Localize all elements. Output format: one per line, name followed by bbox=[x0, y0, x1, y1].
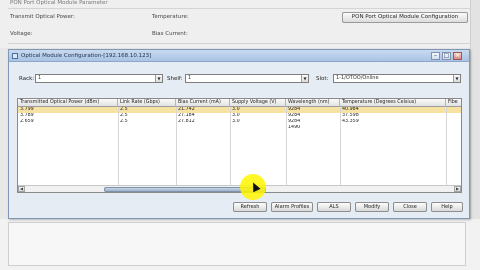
dialog-titlebar[interactable]: Optical Module Configuration-[192.168.10… bbox=[9, 50, 469, 62]
voltage-label: Voltage: bbox=[10, 31, 33, 37]
chevron-down-icon[interactable]: ▼ bbox=[453, 75, 460, 82]
rack-select[interactable]: 1 ▼ bbox=[35, 74, 163, 83]
column-header[interactable]: Link Rate (Gbps) bbox=[118, 99, 176, 107]
scroll-right-icon[interactable]: ▶ bbox=[454, 186, 461, 192]
close-button[interactable]: Close bbox=[393, 202, 427, 212]
refresh-button[interactable]: Refresh bbox=[233, 202, 267, 212]
bias-current-label: Bias Current: bbox=[152, 31, 188, 37]
help-button[interactable]: Help bbox=[431, 202, 463, 212]
window-icon bbox=[12, 53, 18, 59]
column-header[interactable]: Temperature (Degrees Celsius) bbox=[340, 99, 446, 107]
optical-module-table: Transmitted Optical Power (dBm) Link Rat… bbox=[17, 98, 462, 193]
chevron-down-icon[interactable]: ▼ bbox=[301, 75, 308, 82]
chevron-down-icon[interactable]: ▼ bbox=[155, 75, 162, 82]
column-divider bbox=[446, 107, 447, 185]
divider bbox=[8, 8, 472, 9]
modify-button[interactable]: Modify bbox=[355, 202, 389, 212]
column-header[interactable]: Supply Voltage (V) bbox=[230, 99, 286, 107]
shelf-select[interactable]: 1 ▼ bbox=[185, 74, 309, 83]
rack-label: Rack: bbox=[19, 76, 35, 82]
rack-value: 1 bbox=[38, 75, 42, 81]
slot-value: 1-1/OTOO/Online bbox=[336, 75, 379, 81]
parent-bottom-box bbox=[8, 222, 466, 266]
column-divider bbox=[286, 107, 287, 185]
alarm-profiles-button[interactable]: Alarm Profiles bbox=[271, 202, 313, 212]
column-header[interactable]: Fibe bbox=[446, 99, 461, 107]
section-title: PON Port Optical Module Parameter bbox=[10, 0, 108, 6]
table-row[interactable]: 1490 bbox=[18, 125, 461, 131]
maximize-icon[interactable]: □ bbox=[442, 52, 451, 60]
close-icon[interactable]: × bbox=[453, 52, 462, 60]
scroll-left-icon[interactable]: ◀ bbox=[18, 186, 25, 192]
column-divider bbox=[230, 107, 231, 185]
transmit-power-label: Transmit Optical Power: bbox=[10, 14, 75, 20]
divider bbox=[8, 43, 472, 44]
shelf-label: Shelf: bbox=[167, 76, 183, 82]
dialog-title: Optical Module Configuration-[192.168.10… bbox=[21, 53, 152, 59]
temperature-label: Temperature: bbox=[152, 14, 189, 20]
column-header[interactable]: Transmitted Optical Power (dBm) bbox=[18, 99, 118, 107]
column-divider bbox=[176, 107, 177, 185]
column-header[interactable]: Wavelength (nm) bbox=[286, 99, 340, 107]
shelf-value: 1 bbox=[188, 75, 192, 81]
als-button[interactable]: ALS bbox=[317, 202, 351, 212]
column-divider bbox=[340, 107, 341, 185]
column-header[interactable]: Bias Current (mA) bbox=[176, 99, 230, 107]
optical-module-dialog: Optical Module Configuration-[192.168.10… bbox=[8, 49, 470, 219]
slot-select[interactable]: 1-1/OTOO/Online ▼ bbox=[333, 74, 461, 83]
slot-label: Slot: bbox=[316, 76, 329, 82]
table-header: Transmitted Optical Power (dBm) Link Rat… bbox=[18, 99, 461, 107]
column-divider bbox=[118, 107, 119, 185]
minimize-icon[interactable]: – bbox=[431, 52, 440, 60]
table-cell: 1490 bbox=[288, 125, 301, 130]
pon-optical-config-button[interactable]: PON Port Optical Module Configuration bbox=[342, 12, 468, 23]
